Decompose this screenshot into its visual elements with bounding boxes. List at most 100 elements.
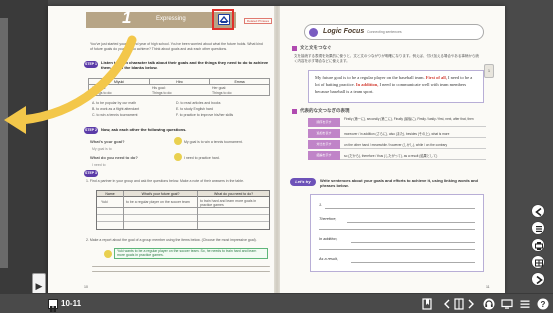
table2-header-name: Name xyxy=(97,191,123,197)
logic-focus-header: Logic Focus Connecting sentences xyxy=(304,24,484,40)
section-bullet-icon xyxy=(292,46,297,51)
writing-line xyxy=(351,262,475,263)
question-2: What do you need to do? xyxy=(90,155,138,160)
chevron-right-icon xyxy=(468,299,474,309)
page-icon xyxy=(48,299,58,312)
answer-1-prefix: My goal is to xyxy=(92,147,112,151)
next-page-button[interactable] xyxy=(464,297,478,311)
table-cell: Her goal: xyxy=(212,86,227,90)
step3-heading: STEP 3 xyxy=(84,169,124,177)
writing-line xyxy=(351,242,475,243)
partner-table: Name What's your future goal? What do yo… xyxy=(96,190,270,230)
expression-category: 順序を示す xyxy=(308,118,340,127)
grid-icon xyxy=(535,259,543,267)
writing-line xyxy=(92,271,270,272)
expression-list: on the other hand / meanwhile / however … xyxy=(344,143,448,147)
lets-try-badge: Let's try xyxy=(290,178,316,186)
back-button[interactable] xyxy=(531,204,545,218)
screen-button[interactable] xyxy=(500,297,514,311)
monitor-icon xyxy=(501,299,513,309)
answer-1: My goal is to win a tennis tournament. xyxy=(184,140,243,144)
table-cell: His goal: xyxy=(152,86,166,90)
table2-cell: to be a regular player on the soccer tea… xyxy=(126,200,190,204)
arrow-right-icon xyxy=(536,275,543,285)
expression-list: Firstly (第一に), secondly (第二に), Finally (… xyxy=(344,117,474,121)
linking-word: First of all, xyxy=(425,75,447,80)
page-gutter xyxy=(274,6,280,293)
expression-category: 追加を表す xyxy=(308,129,340,138)
example-answer-box: Yuki wants to be a regular player on the… xyxy=(114,248,268,259)
table-cell: Things to do: xyxy=(212,91,233,95)
speech-bubble-icon xyxy=(174,137,182,145)
grid-button[interactable] xyxy=(531,255,545,269)
triangle-right-icon: ▶ xyxy=(35,281,43,291)
help-button[interactable]: ? xyxy=(536,297,550,311)
help-icon: ? xyxy=(537,298,549,310)
expression-category: 結論を示す xyxy=(308,151,340,160)
step3-pill: STEP 3 xyxy=(84,170,98,177)
write-label: In addition, xyxy=(319,237,338,241)
section1-body: 文を接続する表現を効果的に使うと、文と文のつながりが明確になります。例えば、付け… xyxy=(294,54,479,63)
write-label: Therefore, xyxy=(319,217,337,221)
writing-line xyxy=(347,222,475,223)
table-rule xyxy=(197,191,198,229)
list-button[interactable] xyxy=(531,221,545,235)
page-indicator[interactable]: 10-11 xyxy=(48,298,88,312)
writing-line xyxy=(325,208,475,209)
example-box: My future goal is to be a regular player… xyxy=(308,70,484,103)
table-header-emma: Emma xyxy=(209,79,269,85)
writing-line xyxy=(92,266,270,267)
bookmark-button[interactable] xyxy=(420,297,434,311)
step3-item1: 1. Find a partner in your group and ask … xyxy=(86,179,244,183)
option-d: D. to read articles and books xyxy=(176,101,221,105)
menu-button[interactable] xyxy=(518,297,532,311)
lets-try-instruction: Write sentences about your goals and eff… xyxy=(320,178,478,188)
right-page-number: 11 xyxy=(486,285,490,289)
left-page-number: 10 xyxy=(84,285,88,289)
question-1: What's your goal? xyxy=(90,139,125,144)
writing-line xyxy=(319,249,475,250)
audio-button[interactable] xyxy=(482,297,496,311)
table-rule xyxy=(123,191,124,229)
expression-list: so (だから), therefore / thus (したがって), as a… xyxy=(344,154,438,158)
unit-number: 1 xyxy=(122,8,132,27)
table-row: 追加を表す moreover / in addition (さらに), also… xyxy=(308,128,486,138)
bookmark-icon xyxy=(422,298,432,310)
menu-icon xyxy=(520,300,530,308)
table-row: 順序を示す Firstly (第一に), secondly (第二に), Fin… xyxy=(308,117,486,127)
example-text: My future goal is to be a regular player… xyxy=(315,75,425,80)
forward-button[interactable] xyxy=(531,272,545,286)
writing-box[interactable]: 1. Therefore, In addition, As a result, xyxy=(310,194,484,272)
printer-icon xyxy=(535,242,543,250)
option-f: F. to practice to improve his/her skills xyxy=(176,113,234,117)
logic-focus-title: Logic Focus xyxy=(323,28,365,35)
arrow-left-icon xyxy=(535,207,542,217)
answer-2-prefix: I need to xyxy=(92,163,106,167)
step3-item2: 2. Make a report about the goal of a gro… xyxy=(86,238,257,242)
option-e: E. to study English hard xyxy=(176,107,213,111)
linking-word: In addition, xyxy=(355,82,379,87)
write-label: As a result, xyxy=(319,257,338,261)
pen-icon xyxy=(309,28,318,37)
logic-focus-subtitle: Connecting sentences xyxy=(367,30,402,34)
table2-header-goal: What's your future goal? xyxy=(123,191,197,197)
table-cell: Things to do: xyxy=(152,91,173,95)
expressions-table: 順序を示す Firstly (第一に), secondly (第二に), Fin… xyxy=(308,117,486,179)
highlight-frame xyxy=(212,9,234,30)
related-phrases-tag[interactable]: Related Phrases xyxy=(244,18,272,24)
answer-2: I need to practice hard. xyxy=(184,156,220,160)
side-tab[interactable]: 1 xyxy=(484,64,494,78)
arrow-icon xyxy=(4,35,137,134)
expression-list: moreover / in addition (さらに), also (また),… xyxy=(344,132,450,136)
section-bullet-icon xyxy=(292,109,297,114)
unit-title: Expressing xyxy=(156,16,186,22)
print-button[interactable] xyxy=(531,238,545,252)
bottom-toolbar: 10-11 ? xyxy=(0,293,553,313)
speech-bubble-icon xyxy=(104,250,112,258)
table2-header-todo: What do you need to do? xyxy=(197,191,269,197)
expression-category: 対比を示す xyxy=(308,140,340,149)
write-label: 1. xyxy=(319,203,323,207)
table-row: 結論を示す so (だから), therefore / thus (したがって)… xyxy=(308,150,486,160)
table2-cell: Yuki xyxy=(101,200,108,204)
page-range-label: 10-11 xyxy=(61,299,82,308)
